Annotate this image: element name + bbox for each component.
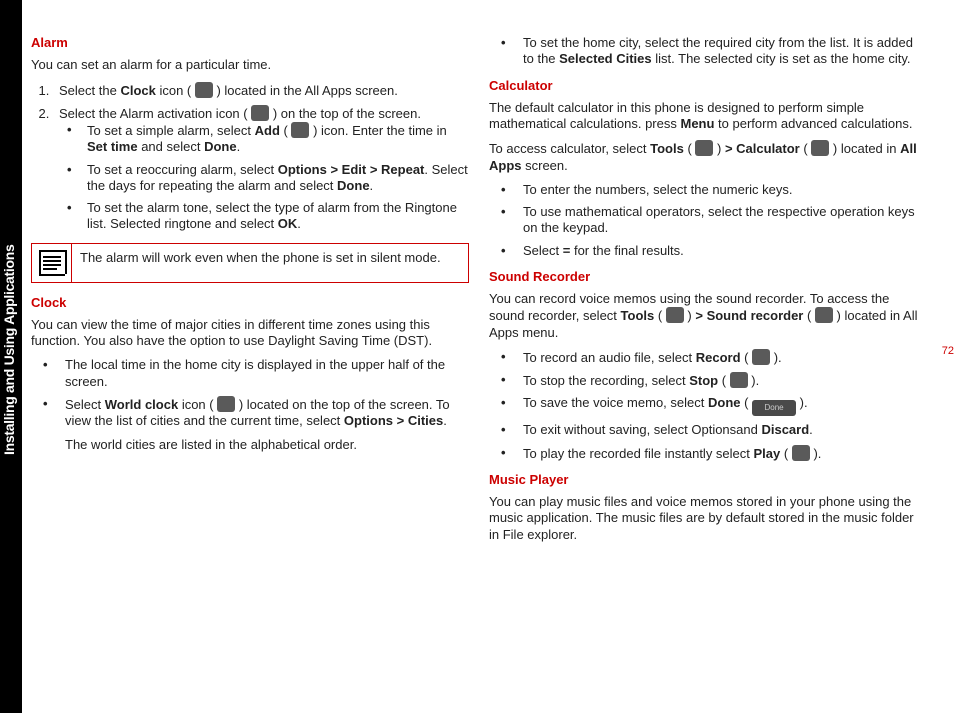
- inline-icon: [291, 122, 309, 138]
- rec-b1: To record an audio file, select Record (…: [489, 349, 927, 366]
- alarm-steps: Select the Clock icon ( ) located in the…: [31, 82, 469, 233]
- inline-icon: [730, 372, 748, 388]
- rec-b3: To save the voice memo, select Done ( Do…: [489, 395, 927, 416]
- note-icon: [39, 250, 65, 276]
- clock-p2: The world cities are listed in the alpha…: [31, 437, 469, 453]
- calc-b2: To use mathematical operators, select th…: [489, 204, 927, 237]
- calc-b1: To enter the numbers, select the numeric…: [489, 182, 927, 198]
- content-columns: Alarm You can set an alarm for a particu…: [31, 35, 938, 551]
- alarm-step-2: Select the Alarm activation icon ( ) on …: [53, 105, 469, 233]
- inline-icon: [792, 445, 810, 461]
- calc-b3: Select = for the final results.: [489, 243, 927, 259]
- alarm-intro: You can set an alarm for a particular ti…: [31, 57, 469, 73]
- note-text: The alarm will work even when the phone …: [72, 244, 468, 282]
- rec-b5: To play the recorded file instantly sele…: [489, 445, 927, 462]
- inline-icon: [815, 307, 833, 323]
- page-number: 72: [942, 345, 954, 359]
- clock-bullet-1: The local time in the home city is displ…: [31, 357, 469, 390]
- note-box: The alarm will work even when the phone …: [31, 243, 469, 283]
- calculator-bullets: To enter the numbers, select the numeric…: [489, 182, 927, 259]
- clock-p1: You can view the time of major cities in…: [31, 317, 469, 350]
- inline-icon: [666, 307, 684, 323]
- alarm-bullet-1: To set a simple alarm, select Add ( ) ic…: [59, 122, 469, 156]
- rec-b4: To exit without saving, select Optionsan…: [489, 422, 927, 438]
- clock-bullets: The local time in the home city is displ…: [31, 357, 469, 429]
- alarm-bullets: To set a simple alarm, select Add ( ) ic…: [59, 122, 469, 233]
- inline-icon: [217, 396, 235, 412]
- recorder-bullets: To record an audio file, select Record (…: [489, 349, 927, 462]
- sidebar-tab: Installing and Using Applications: [0, 0, 22, 713]
- alarm-bullet-3: To set the alarm tone, select the type o…: [59, 200, 469, 233]
- done-button-icon: Done: [752, 400, 796, 416]
- alarm-activation-icon: [251, 105, 269, 121]
- recorder-p1: You can record voice memos using the sou…: [489, 291, 927, 341]
- alarm-step-1: Select the Clock icon ( ) located in the…: [53, 82, 469, 99]
- calculator-p1: The default calculator in this phone is …: [489, 100, 927, 133]
- note-icon-cell: [32, 244, 72, 282]
- rec-b2: To stop the recording, select Stop ( ).: [489, 372, 927, 389]
- home-city-item: To set the home city, select the require…: [489, 35, 927, 68]
- heading-calculator: Calculator: [489, 78, 927, 94]
- inline-icon: [752, 349, 770, 365]
- left-column: Alarm You can set an alarm for a particu…: [31, 35, 469, 551]
- right-column: To set the home city, select the require…: [489, 35, 927, 551]
- sidebar-label: Installing and Using Applications: [1, 245, 19, 455]
- inline-icon: [695, 140, 713, 156]
- clock-bullet-2: Select World clock icon ( ) located on t…: [31, 396, 469, 430]
- clock-icon: [195, 82, 213, 98]
- heading-alarm: Alarm: [31, 35, 469, 51]
- heading-clock: Clock: [31, 295, 469, 311]
- alarm-bullet-2: To set a reoccuring alarm, select Option…: [59, 162, 469, 195]
- home-city-bullet: To set the home city, select the require…: [489, 35, 927, 68]
- calculator-p2: To access calculator, select Tools ( ) >…: [489, 140, 927, 174]
- inline-icon: [811, 140, 829, 156]
- heading-music: Music Player: [489, 472, 927, 488]
- music-p1: You can play music files and voice memos…: [489, 494, 927, 543]
- heading-recorder: Sound Recorder: [489, 269, 927, 285]
